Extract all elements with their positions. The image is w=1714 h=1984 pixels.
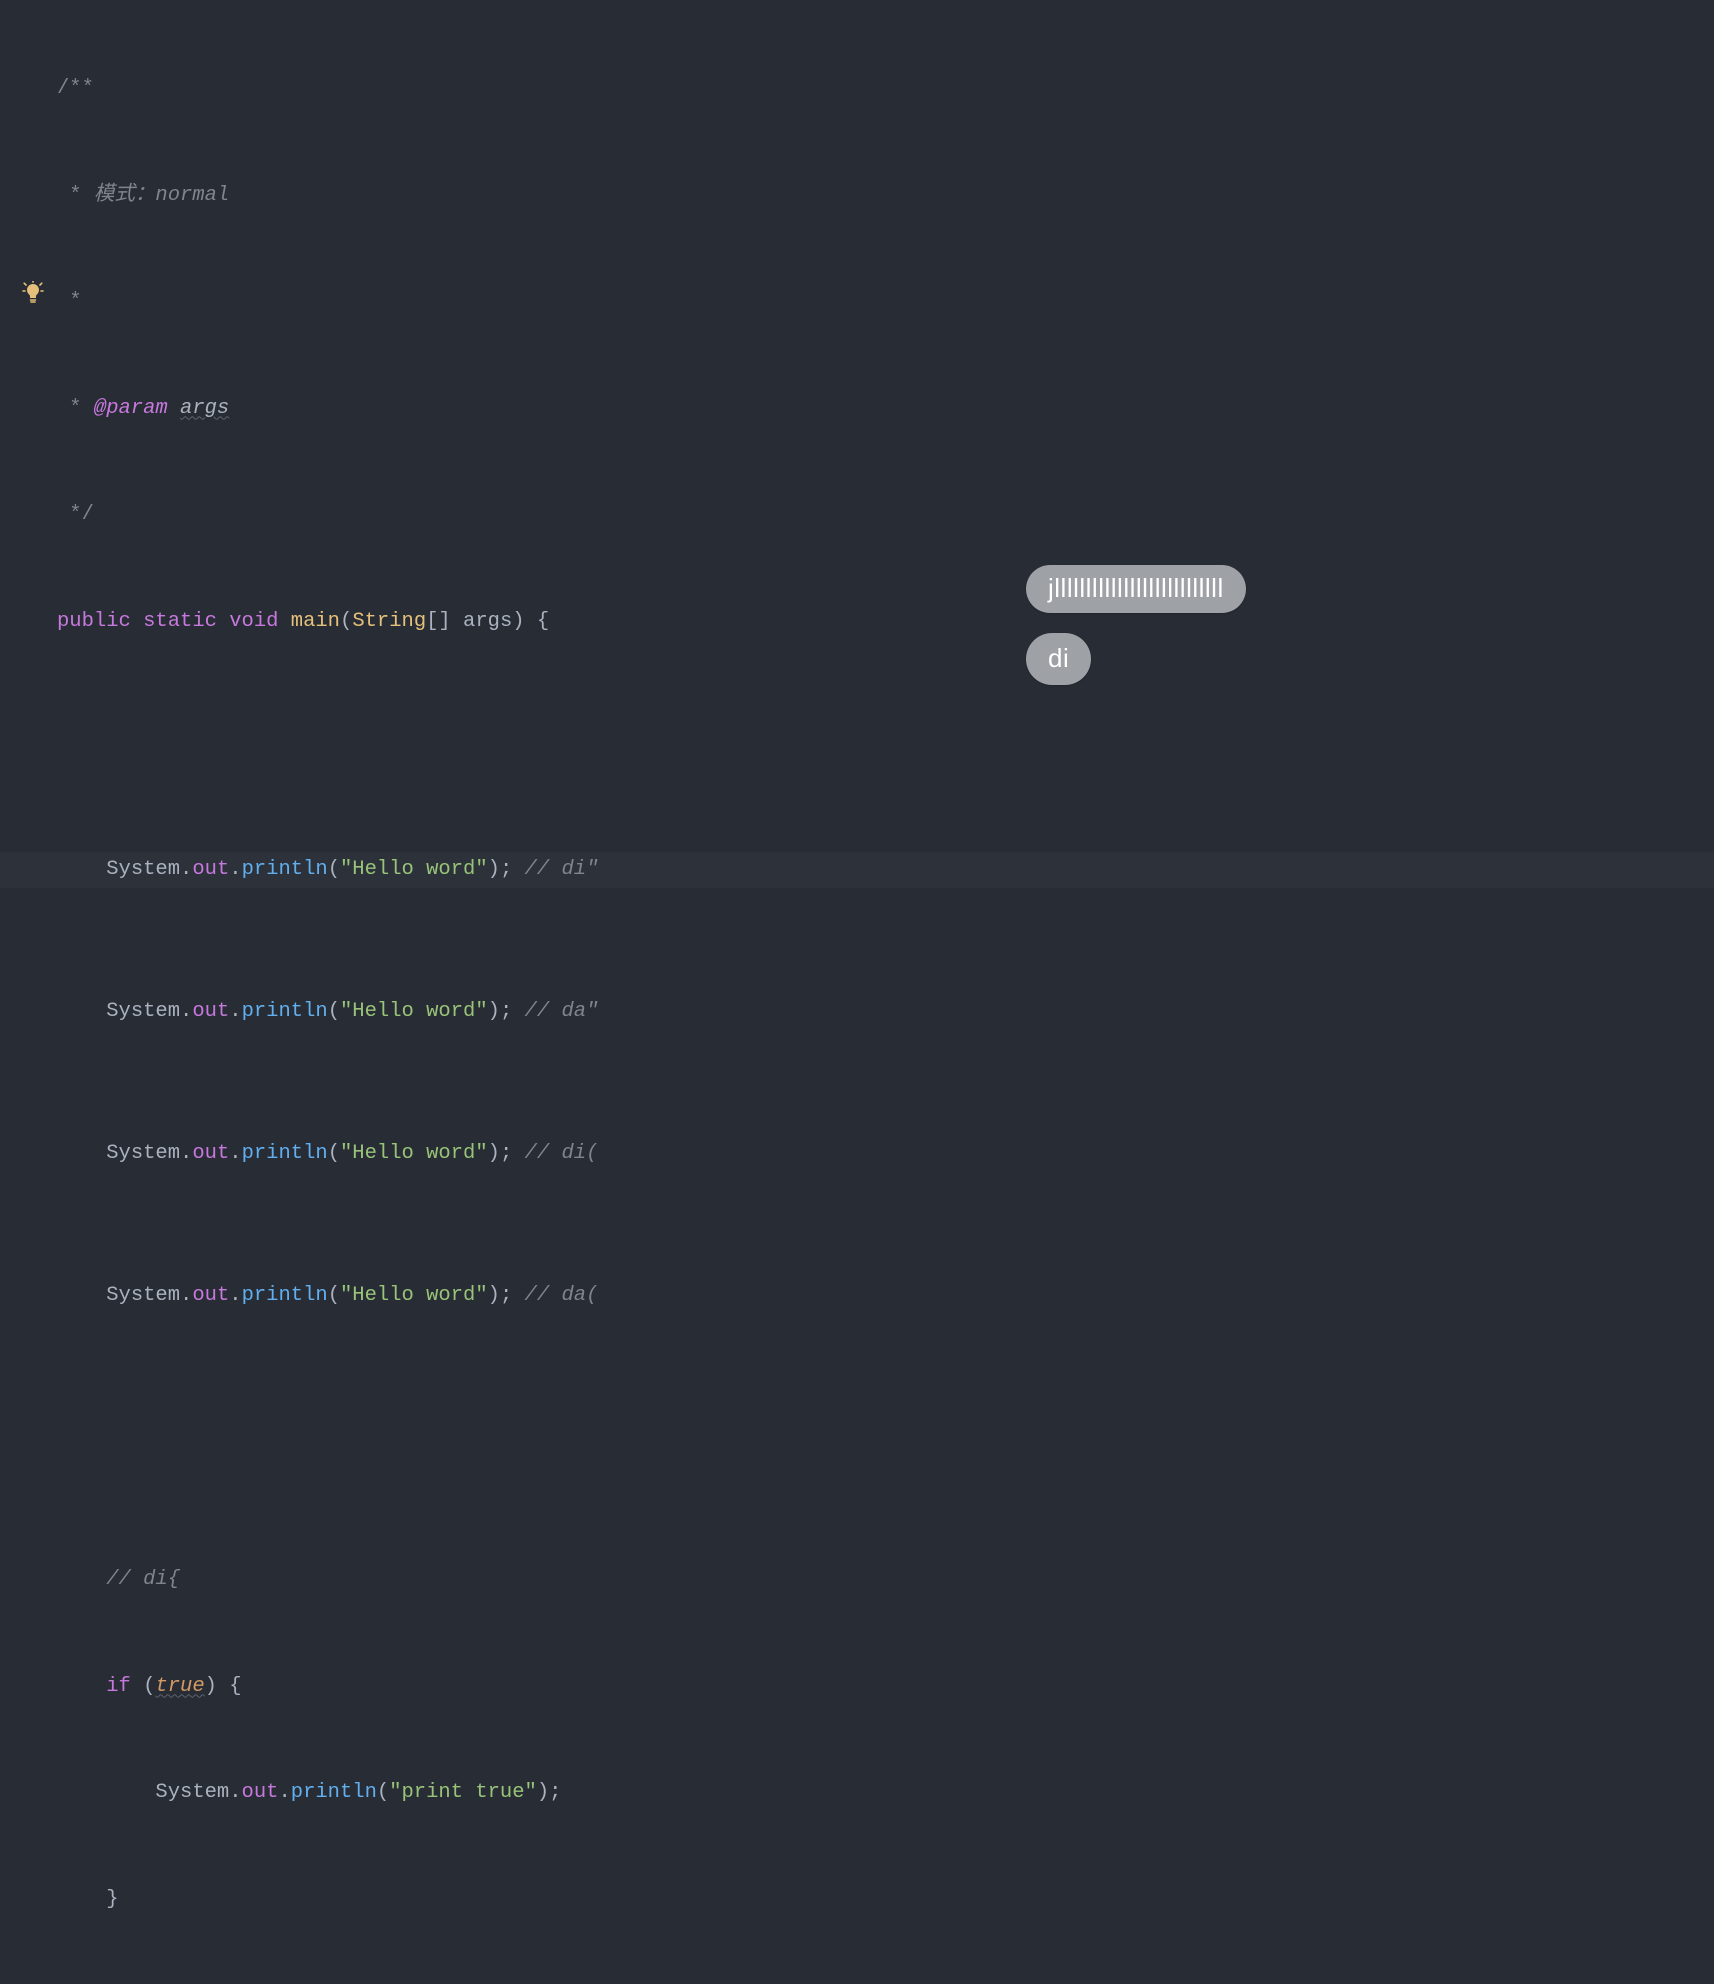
code-line[interactable]: *: [55, 284, 1714, 320]
punc: (: [340, 610, 352, 633]
code-area[interactable]: /** * 模式：normal * * @param args */ publi…: [55, 0, 1714, 992]
code-editor[interactable]: /** * 模式：normal * * @param args */ publi…: [0, 0, 1714, 992]
comment-di-paren: di(: [561, 1142, 598, 1165]
string-print-true: "print true": [389, 1781, 537, 1804]
code-line[interactable]: if (true) {: [55, 1669, 1714, 1705]
code-line[interactable]: System.out.println("Hello word"); // da(: [55, 1278, 1714, 1314]
javadoc-star: *: [57, 290, 82, 313]
out: out: [192, 858, 229, 881]
code-line-blank[interactable]: [55, 710, 1714, 746]
keystroke-pill-2: di: [1026, 633, 1091, 685]
kw-void: void: [229, 610, 278, 633]
println: println: [242, 858, 328, 881]
code-line[interactable]: */: [55, 497, 1714, 533]
type-string: String: [352, 610, 426, 633]
code-line[interactable]: * 模式：normal: [55, 178, 1714, 214]
keystroke-pill-1: jlllllllllllllllllllllllllll: [1026, 565, 1246, 613]
editor-gutter: [0, 0, 55, 992]
code-line[interactable]: System.out.println("print true");: [55, 1775, 1714, 1811]
javadoc-star: *: [57, 397, 94, 420]
code-line[interactable]: System.out.println("Hello word"); // di": [0, 852, 1714, 888]
punc: []: [426, 610, 451, 633]
lightbulb-icon[interactable]: [18, 278, 48, 308]
comment-di-brace: // di{: [106, 1568, 180, 1591]
comment-di-quote: di": [561, 858, 598, 881]
code-line[interactable]: System.out.println("Hello word"); // da": [55, 994, 1714, 1030]
javadoc-text: 模式：normal: [94, 184, 229, 207]
javadoc-param-tag: @param: [94, 397, 168, 420]
kw-if: if: [106, 1675, 131, 1698]
javadoc-open: /**: [57, 77, 94, 100]
comment-da-quote: da": [561, 1000, 598, 1023]
arg-args: args: [463, 610, 512, 633]
javadoc-param-name: args: [180, 397, 229, 420]
code-line[interactable]: public static void main(String[] args) {: [55, 604, 1714, 640]
literal-true: true: [155, 1675, 204, 1698]
code-line[interactable]: * @param args: [55, 391, 1714, 427]
punc: {: [525, 610, 550, 633]
string-hello: "Hello word": [340, 858, 488, 881]
fn-main: main: [291, 610, 340, 633]
closing-brace: }: [106, 1888, 118, 1911]
code-line[interactable]: }: [55, 1882, 1714, 1918]
comment-da-paren: da(: [561, 1284, 598, 1307]
javadoc-close: */: [57, 503, 94, 526]
code-line[interactable]: System.out.println("Hello word"); // di(: [55, 1136, 1714, 1172]
code-line-blank[interactable]: [55, 1420, 1714, 1456]
system: System: [106, 858, 180, 881]
keystroke-overlay: jlllllllllllllllllllllllllll di: [1026, 565, 1246, 685]
javadoc-star: *: [57, 184, 94, 207]
code-line[interactable]: // di{: [55, 1562, 1714, 1598]
code-line[interactable]: /**: [55, 71, 1714, 107]
kw-static: static: [143, 610, 217, 633]
punc: ): [512, 610, 524, 633]
kw-public: public: [57, 610, 131, 633]
